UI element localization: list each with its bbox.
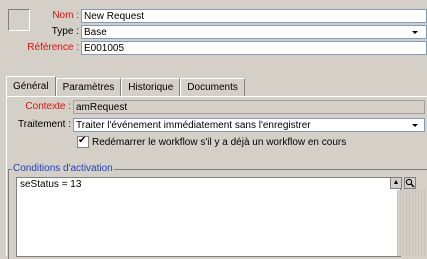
restart-workflow-checkbox[interactable]: Redémarrer le workflow s'il y a déjà un …	[77, 134, 347, 150]
reference-field[interactable]: E001005	[81, 41, 427, 55]
treatment-select[interactable]: Traiter l'événement immédiatement sans l…	[73, 118, 425, 132]
treatment-value: Traiter l'événement immédiatement sans l…	[76, 120, 311, 131]
treatment-label: Traitement :	[18, 119, 71, 130]
context-field: amRequest	[73, 100, 425, 114]
type-select[interactable]: Base	[81, 25, 427, 39]
tab-parametres[interactable]: Paramètres	[55, 78, 122, 96]
tab-documents[interactable]: Documents	[180, 78, 245, 96]
restart-workflow-label: Redémarrer le workflow s'il y a déjà un …	[92, 137, 347, 148]
resize-hatch	[397, 190, 427, 256]
dropdown-arrow-icon[interactable]	[410, 27, 420, 37]
activation-conditions-title: Conditions d'activation	[12, 163, 114, 174]
activation-conditions-text: seStatus = 13	[20, 179, 82, 190]
activation-conditions-editor[interactable]: seStatus = 13	[16, 177, 401, 257]
zoom-icon[interactable]	[404, 177, 416, 189]
name-field[interactable]: New Request	[81, 9, 427, 23]
context-label: Contexte :	[25, 101, 71, 112]
tab-general[interactable]: Général	[6, 76, 56, 96]
tab-bar: Général Paramètres Historique Documents	[6, 76, 245, 96]
type-value: Base	[84, 27, 107, 38]
tab-historique[interactable]: Historique	[121, 78, 181, 96]
magnifier-glyph	[405, 178, 415, 188]
checkmark-icon[interactable]	[77, 134, 89, 149]
record-thumbnail	[8, 9, 30, 31]
dropdown-arrow-icon[interactable]	[410, 120, 420, 130]
reference-label: Référence :	[27, 42, 79, 53]
scroll-up-icon[interactable]: ▲	[390, 177, 402, 189]
name-label: Nom :	[52, 10, 79, 21]
type-label: Type :	[51, 26, 79, 37]
